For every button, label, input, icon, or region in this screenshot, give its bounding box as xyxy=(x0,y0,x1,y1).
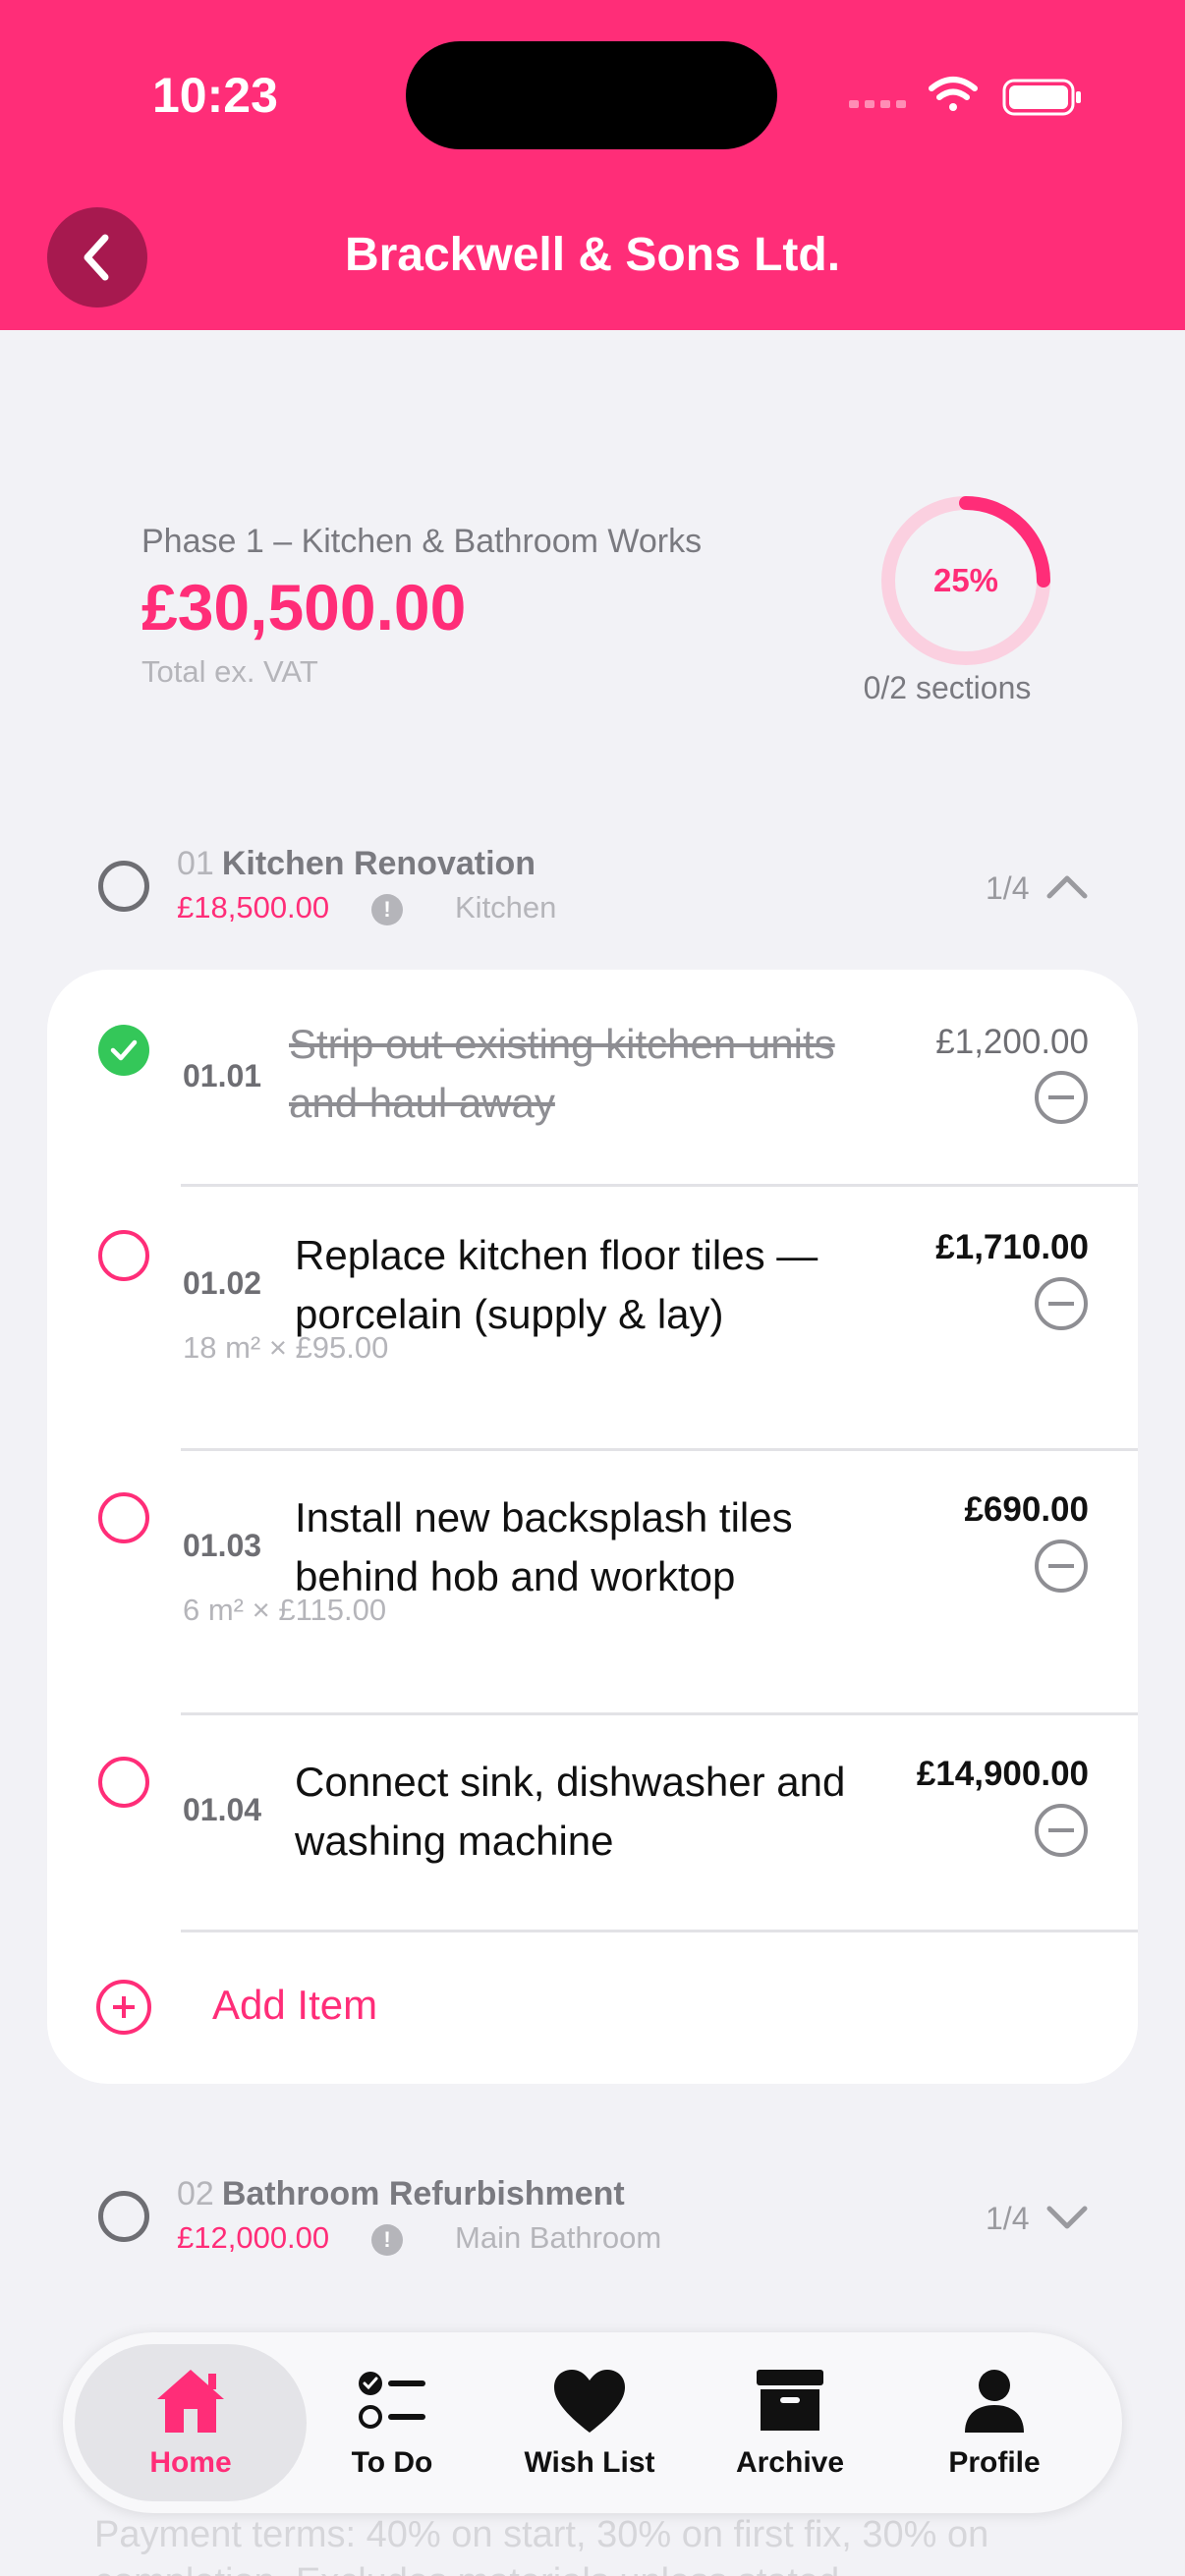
person-icon xyxy=(965,2370,1024,2433)
archive-icon xyxy=(757,2370,823,2431)
section-title: 02 Bathroom Refurbishment xyxy=(177,2175,625,2212)
tab-label: To Do xyxy=(351,2446,433,2479)
cellular-signal-icon xyxy=(849,100,906,108)
add-circle-icon[interactable] xyxy=(96,1980,151,2035)
tab-home[interactable]: Home xyxy=(75,2344,307,2501)
section-count: 1/4 xyxy=(986,2201,1030,2236)
tab-bar: Home To Do Wish List Archive Profile xyxy=(63,2332,1122,2513)
list-item[interactable]: 01.03 Install new backsplash tiles behin… xyxy=(47,1451,1138,1712)
section-title: 01 Kitchen Renovation xyxy=(177,845,536,882)
item-description: Strip out existing kitchen units and hau… xyxy=(289,1021,835,1126)
divider xyxy=(181,1930,1138,1932)
item-code: 01.04 xyxy=(183,1792,262,1827)
items-card: 01.01 Strip out existing kitchen units a… xyxy=(47,970,1138,2084)
item-price: £14,900.00 xyxy=(916,1755,1089,1793)
tab-label: Profile xyxy=(948,2446,1041,2479)
section-room: Main Bathroom xyxy=(455,2220,662,2255)
battery-icon xyxy=(1002,79,1081,116)
section-amount: £12,000.00 xyxy=(177,2220,330,2255)
item-price: £1,710.00 xyxy=(935,1228,1089,1266)
wifi-icon xyxy=(929,77,978,111)
dynamic-island xyxy=(406,41,777,149)
tab-label: Home xyxy=(149,2446,232,2479)
info-icon[interactable]: ! xyxy=(371,2224,403,2256)
info-icon[interactable]: ! xyxy=(371,894,403,925)
section-header-kitchen[interactable]: 01 Kitchen Renovation £18,500.00 ! Kitche… xyxy=(0,837,1185,945)
radio-icon[interactable] xyxy=(98,1492,149,1543)
app-header: 10:23 Brackwell & Sons Ltd. xyxy=(0,0,1185,330)
section-radio[interactable] xyxy=(98,2191,149,2242)
tab-profile[interactable]: Profile xyxy=(896,2344,1093,2501)
tab-label: Wish List xyxy=(524,2446,655,2479)
page-title: Brackwell & Sons Ltd. xyxy=(344,229,841,281)
section-header-bathroom[interactable]: 02 Bathroom Refurbishment £12,000.00 ! Ma… xyxy=(0,2167,1185,2275)
section-amount: £18,500.00 xyxy=(177,890,330,924)
item-description: Connect sink, dishwasher and washing mac… xyxy=(295,1759,846,1864)
heart-icon xyxy=(554,2370,625,2433)
tab-wish-list[interactable]: Wish List xyxy=(491,2344,688,2501)
tab-todo[interactable]: To Do xyxy=(294,2344,490,2501)
progress-percent: 25% xyxy=(932,562,999,598)
item-detail: 18 m² × £95.00 xyxy=(183,1330,389,1365)
section-count: 1/4 xyxy=(986,870,1030,906)
list-item[interactable]: 01.01 Strip out existing kitchen units a… xyxy=(47,970,1138,1184)
checkmark-icon[interactable] xyxy=(98,1025,149,1076)
radio-icon[interactable] xyxy=(98,1757,149,1808)
item-code: 01.02 xyxy=(183,1265,262,1301)
item-code: 01.01 xyxy=(183,1058,262,1093)
payment-terms-note: Payment terms: 40% on start, 30% on firs… xyxy=(94,2514,989,2576)
checklist-icon xyxy=(359,2372,425,2429)
list-item[interactable]: 01.02 Replace kitchen floor tiles — porc… xyxy=(47,1187,1138,1448)
status-time: 10:23 xyxy=(152,68,278,123)
tab-archive[interactable]: Archive xyxy=(692,2344,888,2501)
remove-icon[interactable] xyxy=(1035,1540,1088,1593)
status-icons xyxy=(849,77,1081,116)
radio-icon[interactable] xyxy=(98,1230,149,1281)
remove-icon[interactable] xyxy=(1035,1277,1088,1330)
chevron-up-icon[interactable] xyxy=(1044,867,1091,906)
phase-total: £30,500.00 xyxy=(141,571,467,644)
phase-name: Phase 1 – Kitchen & Bathroom Works xyxy=(141,523,703,560)
list-item[interactable]: 01.04 Connect sink, dishwasher and washi… xyxy=(47,1715,1138,1933)
item-detail: 6 m² × £115.00 xyxy=(183,1593,387,1627)
item-code: 01.03 xyxy=(183,1528,262,1563)
item-price: £1,200.00 xyxy=(935,1023,1089,1061)
add-item-label[interactable]: Add Item xyxy=(212,1982,377,2029)
item-description: Replace kitchen floor tiles — porcelain … xyxy=(295,1232,818,1337)
remove-icon[interactable] xyxy=(1035,1071,1088,1124)
phase-total-note: Total ex. VAT xyxy=(141,654,318,689)
item-description: Install new backsplash tiles behind hob … xyxy=(295,1494,793,1599)
section-room: Kitchen xyxy=(455,890,557,924)
item-price: £690.00 xyxy=(964,1490,1089,1529)
remove-icon[interactable] xyxy=(1035,1804,1088,1857)
section-radio[interactable] xyxy=(98,861,149,912)
tab-label: Archive xyxy=(735,2446,845,2479)
progress-sections: 0/2 sections xyxy=(863,670,1032,705)
home-icon xyxy=(157,2370,224,2433)
chevron-down-icon[interactable] xyxy=(1044,2197,1091,2236)
